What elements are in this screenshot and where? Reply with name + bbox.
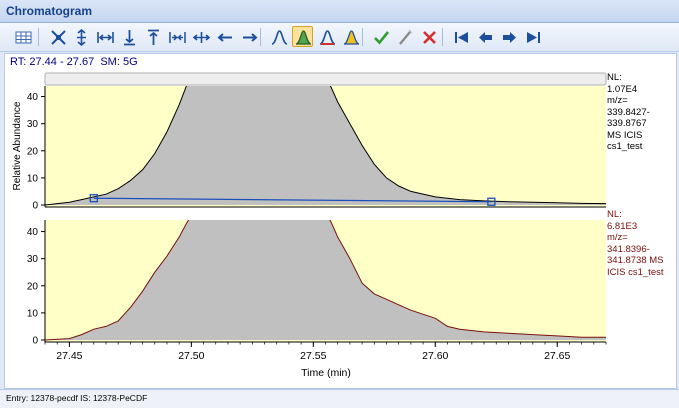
trace-info-line: 1.07E4 bbox=[607, 83, 638, 95]
x-tick-label: 27.65 bbox=[544, 350, 570, 362]
status-text: Entry: 12378-pecdf IS: 12378-PeCDF bbox=[6, 393, 148, 403]
x-scroll-track bbox=[44, 72, 607, 86]
x-axis-label: Time (min) bbox=[301, 367, 351, 379]
y-tick-label: 10 bbox=[27, 308, 39, 319]
x-tick-label: 27.50 bbox=[178, 350, 204, 362]
trace-info-top: NL: 1.07E4 m/z= 339.8427- 339.8767 MS ICIS cs1… bbox=[607, 72, 650, 153]
y-axis-label: Relative Abundance bbox=[12, 101, 23, 190]
y-tick-label: 30 bbox=[27, 119, 39, 130]
trace-info-line: MS ICIS bbox=[607, 129, 643, 141]
trace-info-line: 339.8427- bbox=[607, 106, 650, 118]
y-tick-label: 40 bbox=[27, 92, 39, 103]
x-tick-label: 27.55 bbox=[300, 350, 326, 362]
trace-info-line: 341.8738 MS bbox=[607, 255, 664, 266]
trace-info-line: cs1_test bbox=[607, 141, 643, 152]
y-tick-label: 20 bbox=[27, 146, 39, 157]
trace-info-line: 339.8767 bbox=[607, 118, 647, 129]
trace-info-line: ICIS cs1_test bbox=[607, 266, 664, 278]
x-tick-label: 27.45 bbox=[56, 350, 82, 362]
y-tick-label: 10 bbox=[27, 173, 39, 184]
trace-info-bottom: NL: 6.81E3 m/z= 341.8396- 341.8738 MS ICIS c… bbox=[607, 209, 664, 278]
trace-info-line: 6.81E3 bbox=[607, 220, 638, 232]
trace-info-line: m/z= bbox=[607, 95, 628, 106]
y-tick-label: 30 bbox=[27, 254, 39, 265]
chromatogram-chart[interactable]: 0 10 20 30 40 0 10 20 30 40 Relative Abundance 27.4… bbox=[0, 0, 679, 407]
y-tick-label: 40 bbox=[27, 227, 39, 238]
trace-info-line: 341.8396- bbox=[607, 243, 650, 255]
y-tick-label: 0 bbox=[32, 336, 38, 347]
y-tick-label: 20 bbox=[27, 281, 39, 292]
trace-info-line: m/z= bbox=[607, 232, 628, 243]
y-tick-label: 0 bbox=[32, 201, 38, 212]
trace-info-line: NL: bbox=[607, 209, 622, 220]
status-bar: Entry: 12378-pecdf IS: 12378-PeCDF bbox=[0, 389, 679, 408]
trace-info-line: NL: bbox=[607, 72, 622, 83]
x-tick-label: 27.60 bbox=[422, 350, 448, 362]
